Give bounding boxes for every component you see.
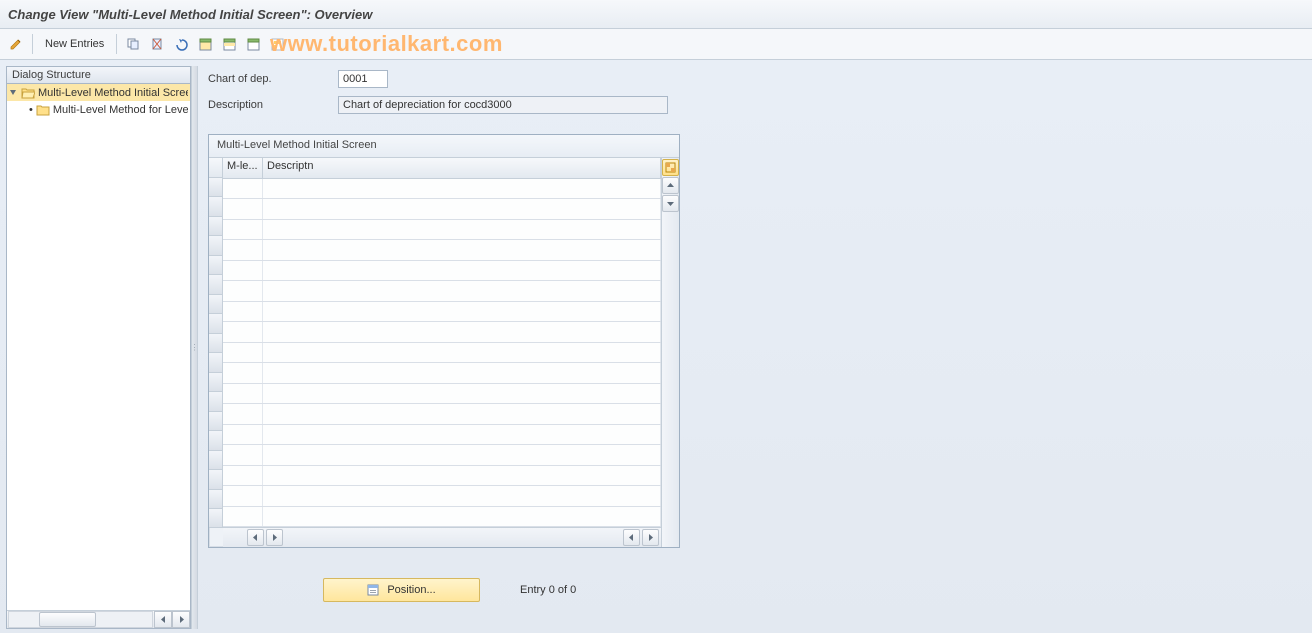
table-row[interactable] (223, 404, 661, 425)
table-row-header[interactable] (209, 334, 223, 354)
table-row-header[interactable] (209, 314, 223, 334)
table-select-all-corner[interactable] (209, 158, 223, 178)
table-scroll-up-icon[interactable] (662, 177, 679, 194)
table-row-headers (209, 158, 223, 547)
table-row[interactable] (223, 343, 661, 364)
table-row-header[interactable] (209, 275, 223, 295)
table-vertical-scrollbar[interactable] (661, 158, 679, 547)
table-row-header[interactable] (209, 392, 223, 412)
table-row-header[interactable] (209, 451, 223, 471)
table-row[interactable] (223, 507, 661, 528)
watermark-text: www.tutorialkart.com (270, 31, 503, 57)
table-row[interactable] (223, 425, 661, 446)
table-row[interactable] (223, 179, 661, 200)
table-row[interactable] (223, 240, 661, 261)
application-toolbar: New Entries www.tutorialkart.com (0, 29, 1312, 60)
table-title: Multi-Level Method Initial Screen (209, 135, 679, 158)
tree-expand-icon[interactable] (9, 88, 18, 97)
table-row[interactable] (223, 261, 661, 282)
table-row-header[interactable] (209, 256, 223, 276)
table-row-header[interactable] (209, 470, 223, 490)
table-header-row: M-le... Descriptn (223, 158, 661, 179)
folder-open-icon (21, 87, 35, 99)
table-row[interactable] (223, 281, 661, 302)
multi-level-method-table: Multi-Level Method Initial Screen (208, 134, 680, 548)
column-header-mlevel[interactable]: M-le... (223, 158, 263, 178)
table-row[interactable] (223, 363, 661, 384)
table-row-header[interactable] (209, 178, 223, 198)
table-row-header[interactable] (209, 353, 223, 373)
table-row[interactable] (223, 199, 661, 220)
table-configure-icon[interactable] (662, 159, 679, 176)
table-row[interactable] (223, 486, 661, 507)
table-scroll-left-end-icon[interactable] (623, 529, 640, 546)
table-row-header[interactable] (209, 217, 223, 237)
table-row-header[interactable] (209, 236, 223, 256)
table-row-header[interactable] (209, 373, 223, 393)
table-scroll-down-icon[interactable] (662, 195, 679, 212)
table-row-header[interactable] (209, 412, 223, 432)
table-row[interactable] (223, 384, 661, 405)
table-row-header[interactable] (209, 295, 223, 315)
table-row[interactable] (223, 445, 661, 466)
table-row[interactable] (223, 466, 661, 487)
scroll-left-icon[interactable] (154, 611, 172, 628)
scrollbar-thumb[interactable] (39, 612, 96, 627)
delete-icon[interactable] (147, 34, 167, 54)
table-body (223, 179, 661, 528)
table-scroll-left-icon[interactable] (247, 529, 264, 546)
column-header-descriptn[interactable]: Descriptn (263, 158, 661, 178)
detail-area: Chart of dep. Description Multi-Level Me… (198, 60, 1312, 633)
scrollbar-track[interactable] (8, 611, 153, 628)
table-row[interactable] (223, 302, 661, 323)
tree-node-multi-level-method-initial[interactable]: Multi-Level Method Initial Screen (7, 84, 190, 101)
description-input (338, 96, 668, 114)
position-entry-row: Position... Entry 0 of 0 (208, 578, 1302, 602)
main-area: Dialog Structure Multi-Level Method Init… (0, 60, 1312, 633)
new-entries-button[interactable]: New Entries (39, 36, 110, 52)
position-button[interactable]: Position... (323, 578, 480, 602)
tree-node-label: Multi-Level Method for Levels (53, 104, 188, 116)
window-title-bar: Change View "Multi-Level Method Initial … (0, 0, 1312, 29)
undo-change-icon[interactable] (171, 34, 191, 54)
tree-node-multi-level-method-levels[interactable]: • Multi-Level Method for Levels (7, 101, 190, 118)
window-title: Change View "Multi-Level Method Initial … (8, 7, 372, 22)
tree-horizontal-scrollbar[interactable] (7, 610, 190, 628)
table-row-header[interactable] (209, 197, 223, 217)
copy-as-icon[interactable] (123, 34, 143, 54)
dialog-structure-tree[interactable]: Multi-Level Method Initial Screen • Mult… (6, 84, 191, 629)
entry-count-text: Entry 0 of 0 (520, 584, 576, 596)
folder-closed-icon (36, 104, 50, 116)
table-row[interactable] (223, 220, 661, 241)
deselect-all-icon[interactable] (243, 34, 263, 54)
select-all-icon[interactable] (195, 34, 215, 54)
table-row-header[interactable] (209, 431, 223, 451)
description-label: Description (208, 99, 338, 111)
chart-of-dep-input[interactable] (338, 70, 388, 88)
position-icon (367, 584, 379, 596)
chart-of-dep-label: Chart of dep. (208, 73, 338, 85)
table-row-header (209, 509, 223, 528)
position-button-label: Position... (387, 584, 435, 596)
dialog-structure-header: Dialog Structure (6, 66, 191, 84)
select-block-icon[interactable] (219, 34, 239, 54)
table-scroll-right-end-icon[interactable] (642, 529, 659, 546)
dialog-structure-panel: Dialog Structure Multi-Level Method Init… (6, 66, 191, 629)
toggle-display-change-icon[interactable] (6, 34, 26, 54)
table-horizontal-scrollbar[interactable] (223, 527, 661, 547)
tree-node-label: Multi-Level Method Initial Screen (38, 87, 188, 99)
scroll-right-icon[interactable] (172, 611, 190, 628)
table-row-header[interactable] (209, 490, 223, 510)
form-row-chart-of-dep: Chart of dep. (208, 68, 1302, 90)
table-row[interactable] (223, 322, 661, 343)
table-scroll-right-icon[interactable] (266, 529, 283, 546)
config-icon[interactable] (267, 34, 287, 54)
vertical-splitter[interactable]: ⋮ (191, 66, 198, 629)
form-row-description: Description (208, 94, 1302, 116)
